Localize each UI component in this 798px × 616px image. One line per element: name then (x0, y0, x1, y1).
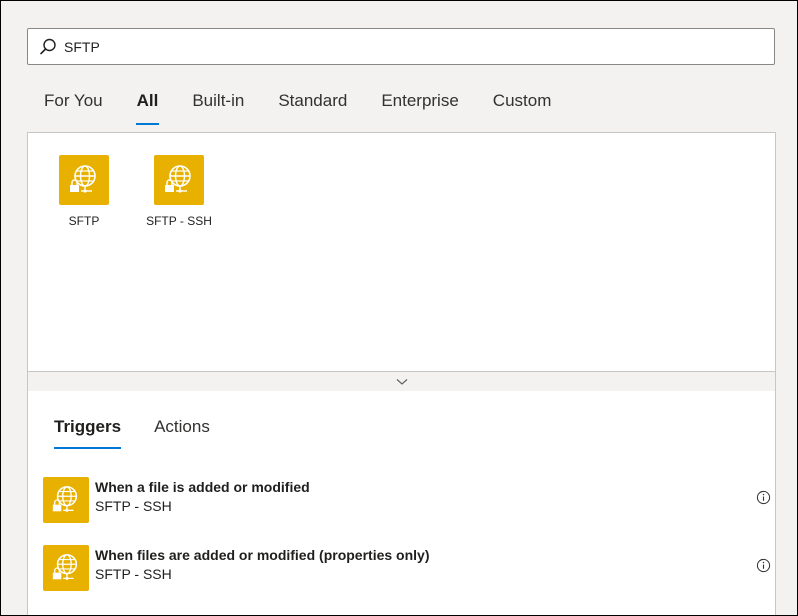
connectors-panel: SFTP SFTP - SSH (27, 132, 776, 372)
tab-built-in[interactable]: Built-in (175, 83, 261, 119)
sftp-ssh-globe-lock-icon (43, 477, 89, 523)
sftp-ssh-globe-lock-icon (154, 155, 204, 205)
collapse-toggle[interactable] (27, 371, 776, 392)
search-box[interactable]: SFTP (27, 28, 775, 65)
search-icon (37, 36, 59, 58)
tab-triggers[interactable]: Triggers (54, 417, 122, 449)
tab-for-you[interactable]: For You (27, 83, 120, 119)
operation-item[interactable]: When a file is added or modified SFTP - … (42, 477, 770, 525)
sftp-globe-lock-icon (59, 155, 109, 205)
connector-sftp[interactable]: SFTP (39, 155, 129, 228)
connector-label: SFTP - SSH (146, 214, 212, 228)
operation-tabs: Triggers Actions (54, 417, 243, 449)
operation-connector: SFTP - SSH (95, 498, 172, 514)
connector-label: SFTP (68, 214, 100, 228)
operation-title: When files are added or modified (proper… (95, 547, 430, 563)
operation-connector: SFTP - SSH (95, 566, 172, 582)
sftp-ssh-globe-lock-icon (43, 545, 89, 591)
tab-custom[interactable]: Custom (476, 83, 569, 119)
connector-sftp-ssh[interactable]: SFTP - SSH (134, 155, 224, 228)
chevron-down-icon (396, 373, 408, 391)
tab-all[interactable]: All (120, 83, 176, 125)
info-icon[interactable] (755, 557, 771, 573)
operations-panel: Triggers Actions When a file is added or… (27, 391, 776, 615)
tab-enterprise[interactable]: Enterprise (364, 83, 475, 119)
operation-title: When a file is added or modified (95, 479, 310, 495)
info-icon[interactable] (755, 489, 771, 505)
search-input[interactable]: SFTP (64, 39, 100, 55)
connector-picker-window: SFTP For You All Built-in Standard Enter… (0, 0, 798, 616)
category-tabs: For You All Built-in Standard Enterprise… (27, 83, 568, 127)
operation-item[interactable]: When files are added or modified (proper… (42, 545, 770, 593)
tab-standard[interactable]: Standard (261, 83, 364, 119)
tab-actions[interactable]: Actions (154, 417, 210, 447)
